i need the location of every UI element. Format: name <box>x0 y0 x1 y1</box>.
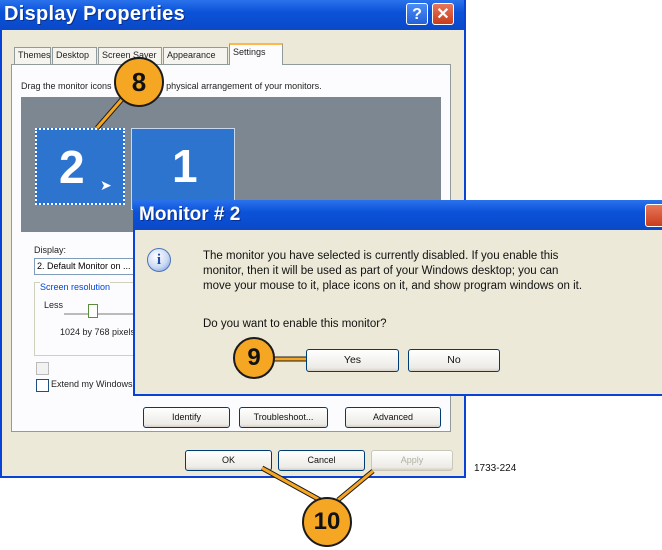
callout-10: 10 <box>302 497 352 547</box>
tab-settings[interactable]: Settings <box>229 43 283 65</box>
callout-8: 8 <box>114 57 164 107</box>
callout-9: 9 <box>233 337 275 379</box>
callout-leader-lines <box>95 95 375 503</box>
